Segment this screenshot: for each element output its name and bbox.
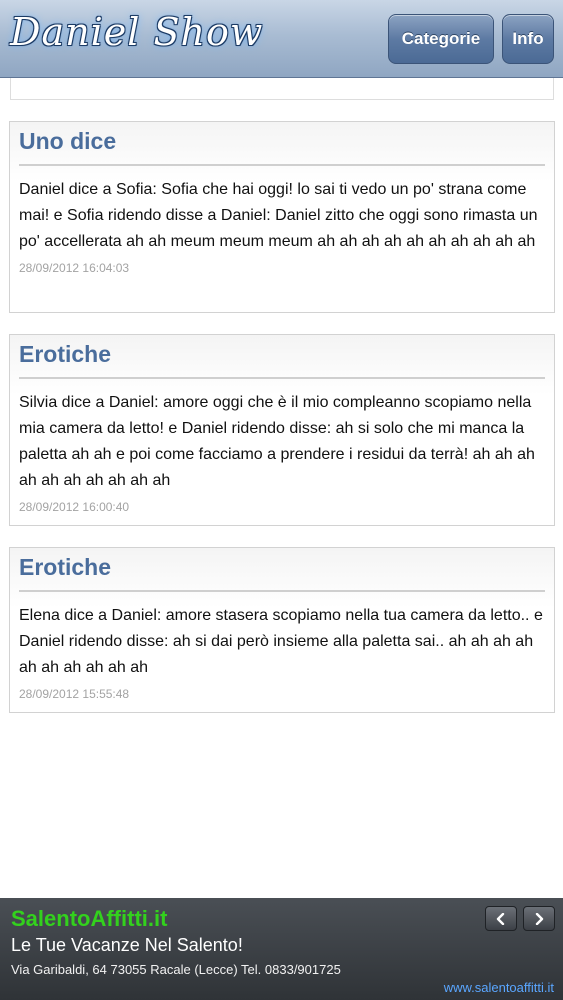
app-logo[interactable]: Daniel Show: [10, 10, 263, 54]
info-button[interactable]: Info: [502, 14, 554, 64]
post-card[interactable]: Erotiche Silvia dice a Daniel: amore ogg…: [9, 334, 555, 526]
post-date: 28/09/2012 15:55:48: [19, 687, 130, 701]
post-category: Erotiche: [19, 341, 545, 379]
post-category: Erotiche: [19, 554, 545, 592]
post-category: Uno dice: [19, 128, 545, 166]
post-date: 28/09/2012 16:04:03: [19, 261, 130, 275]
categorie-button[interactable]: Categorie: [388, 14, 494, 64]
post-card[interactable]: Erotiche Elena dice a Daniel: amore stas…: [9, 547, 555, 713]
ad-next-button[interactable]: [523, 906, 555, 931]
previous-card-edge: [10, 78, 554, 100]
ad-brand: SalentoAffitti.it: [11, 906, 168, 931]
app-header: Daniel Show Categorie Info: [0, 0, 563, 78]
ad-tagline: Le Tue Vacanze Nel Salento!: [11, 935, 243, 955]
ad-banner[interactable]: SalentoAffitti.it Le Tue Vacanze Nel Sal…: [0, 898, 563, 1000]
chevron-left-icon: [496, 912, 505, 925]
ad-prev-button[interactable]: [485, 906, 517, 931]
chevron-right-icon: [535, 912, 544, 925]
post-text: Elena dice a Daniel: amore stasera scopi…: [19, 607, 543, 676]
post-date: 28/09/2012 16:00:40: [19, 500, 130, 514]
ad-address: Via Garibaldi, 64 73055 Racale (Lecce) T…: [11, 962, 341, 977]
post-text: Silvia dice a Daniel: amore oggi che è i…: [19, 394, 535, 489]
post-text: Daniel dice a Sofia: Sofia che hai oggi!…: [19, 181, 538, 250]
post-card[interactable]: Uno dice Daniel dice a Sofia: Sofia che …: [9, 121, 555, 313]
ad-url-link[interactable]: www.salentoaffitti.it: [444, 980, 554, 995]
